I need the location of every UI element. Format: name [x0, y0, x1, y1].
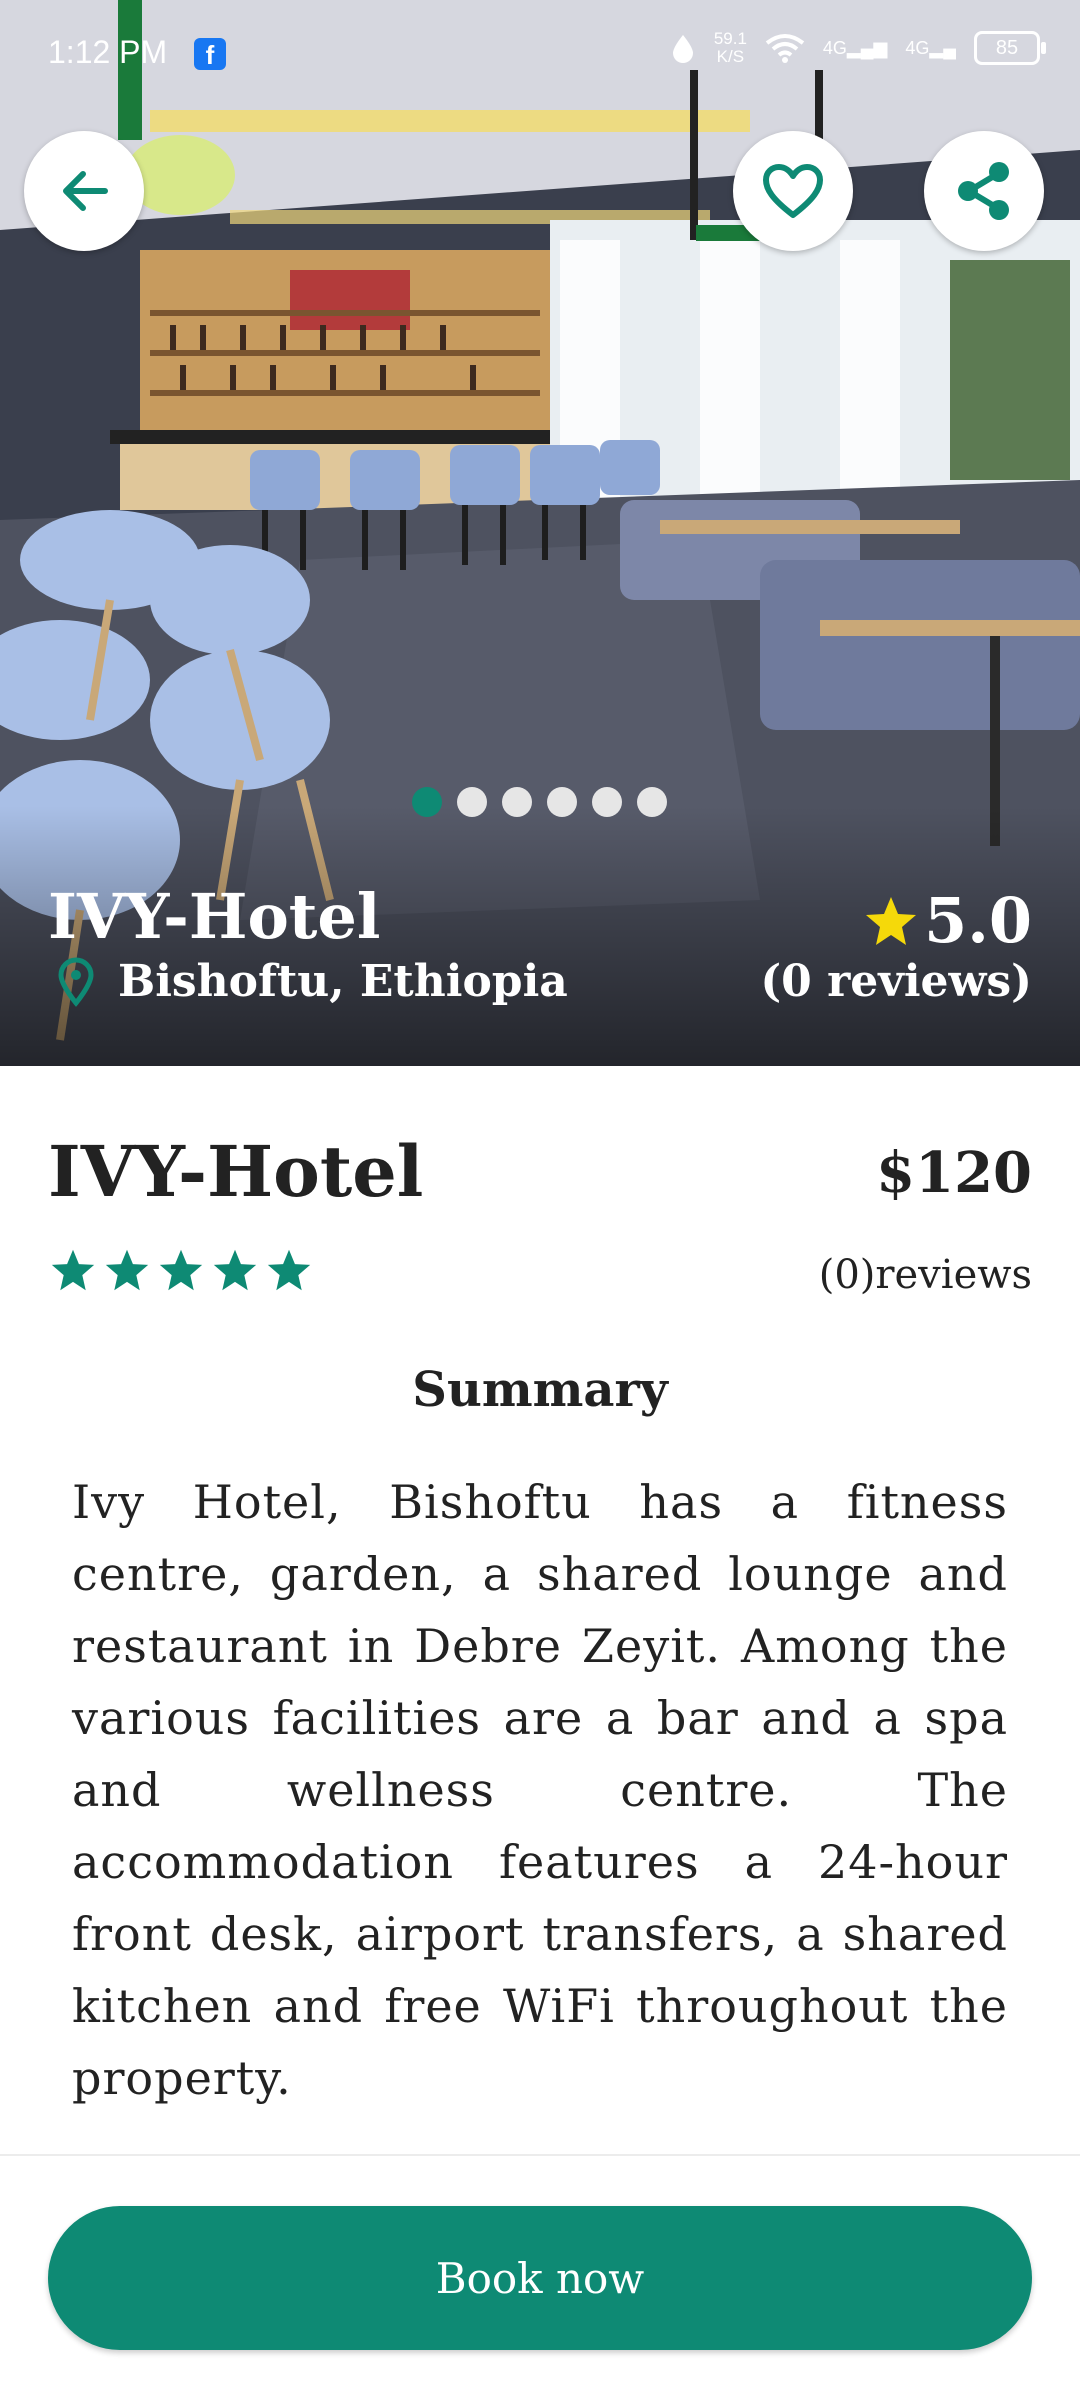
facebook-notification-icon: f — [194, 38, 226, 70]
cellular-2-icon: 4G▂▄ — [905, 37, 956, 58]
price: $120 — [876, 1140, 1032, 1206]
gallery-dot[interactable] — [547, 787, 577, 817]
hero-rating: 5.0 — [864, 884, 1032, 957]
star-icon — [51, 1249, 95, 1291]
star-icon — [267, 1249, 311, 1291]
location-pin-icon — [58, 957, 94, 1007]
back-button[interactable] — [24, 131, 144, 251]
wifi-icon — [765, 34, 805, 63]
status-bar: 1:12 PM f 59.1 K/S 4G▂▄▆ 4G▂▄ 85 — [0, 0, 1080, 110]
hero-location: Bishoftu, Ethiopia — [56, 956, 568, 1007]
hotel-image-gallery[interactable]: 1:12 PM f 59.1 K/S 4G▂▄▆ 4G▂▄ 85 IVY-Hot… — [0, 0, 1080, 1066]
gallery-dot[interactable] — [637, 787, 667, 817]
gallery-dot[interactable] — [412, 787, 442, 817]
hotel-name: IVY-Hotel — [48, 1130, 424, 1213]
hero-rating-value: 5.0 — [924, 884, 1032, 957]
gallery-dot[interactable] — [592, 787, 622, 817]
share-icon — [958, 162, 1009, 220]
favorite-button[interactable] — [733, 131, 853, 251]
arrow-left-icon — [63, 171, 108, 211]
hero-hotel-name: IVY-Hotel — [48, 880, 381, 953]
star-icon — [213, 1249, 257, 1291]
star-icon — [159, 1249, 203, 1291]
star-icon — [105, 1249, 149, 1291]
gallery-dot[interactable] — [457, 787, 487, 817]
gallery-pagination[interactable] — [412, 787, 667, 817]
share-button[interactable] — [924, 131, 1044, 251]
summary-heading: Summary — [412, 1362, 668, 1418]
star-icon — [866, 896, 917, 945]
book-now-button[interactable]: Book now — [48, 2206, 1032, 2350]
status-indicators: 59.1 K/S 4G▂▄▆ 4G▂▄ 85 — [670, 29, 1046, 66]
hero-reviews-count: (0 reviews) — [760, 956, 1032, 1007]
data-saver-icon — [672, 35, 693, 63]
hero-location-text: Bishoftu, Ethiopia — [118, 956, 568, 1007]
battery-icon: 85 — [974, 31, 1046, 65]
heart-icon — [763, 164, 823, 218]
gallery-dot[interactable] — [502, 787, 532, 817]
status-time: 1:12 PM — [48, 34, 168, 70]
star-rating — [50, 1248, 312, 1292]
cellular-1-icon: 4G▂▄▆ — [822, 37, 888, 58]
reviews-count[interactable]: (0)reviews — [819, 1252, 1032, 1298]
network-speed: 59.1 K/S — [713, 29, 747, 66]
summary-text: Ivy Hotel, Bishoftu has a fitness centre… — [72, 1475, 1008, 2105]
